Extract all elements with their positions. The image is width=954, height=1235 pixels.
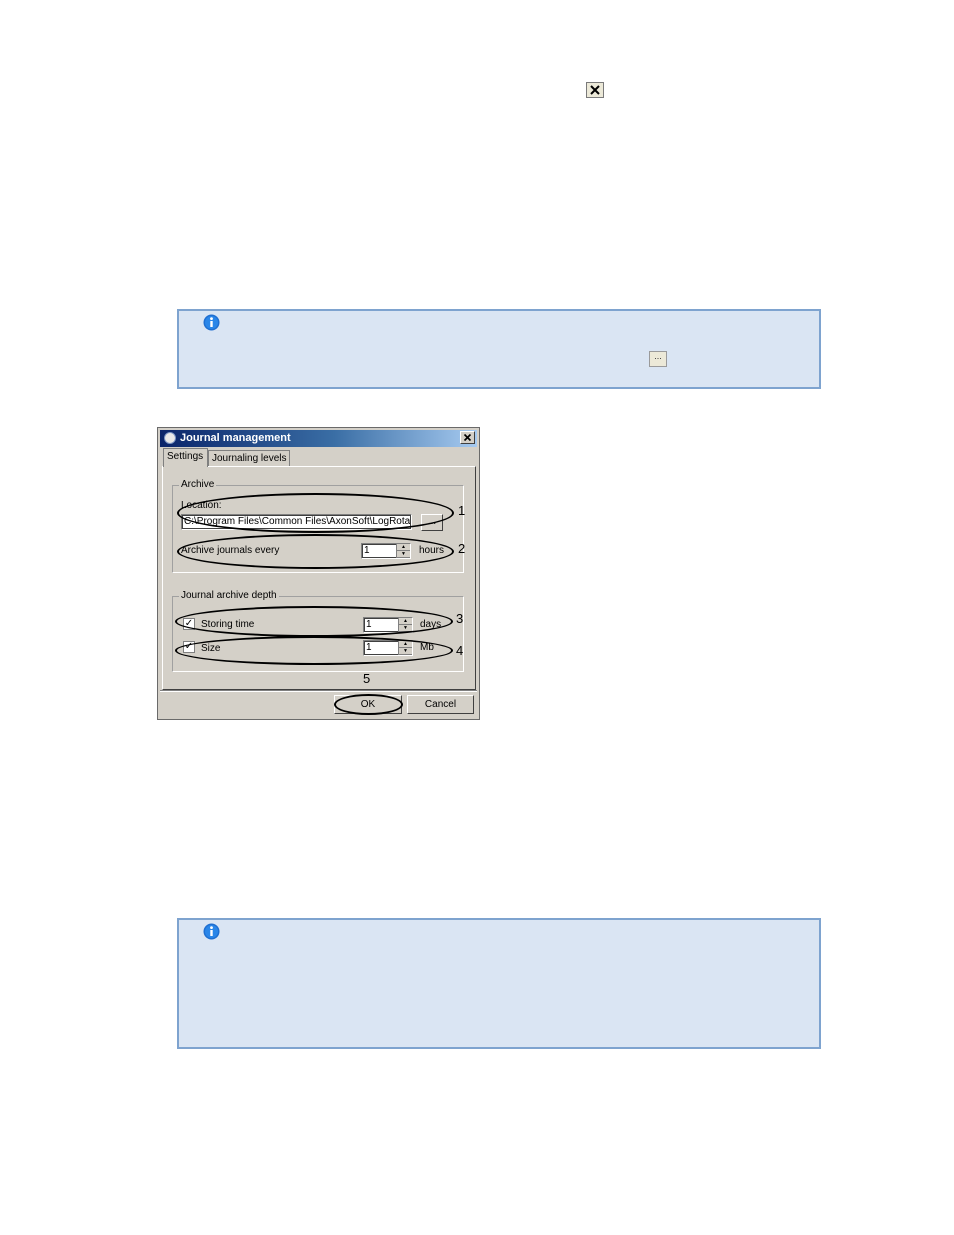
callout-4: 4 (456, 643, 464, 658)
journal-management-dialog: Journal management Settings Journaling l… (157, 427, 480, 720)
info-icon (203, 923, 220, 940)
tab-journaling-levels[interactable]: Journaling levels (208, 450, 290, 466)
callout-1: 1 (458, 503, 466, 518)
close-x-icon (586, 82, 604, 98)
info-note-2 (177, 918, 821, 1049)
title-bar: Journal management (160, 430, 477, 447)
dialog-title: Journal management (180, 432, 291, 444)
callout-oval-5 (334, 694, 403, 715)
close-button[interactable] (460, 431, 475, 444)
callout-3: 3 (456, 611, 464, 626)
browse-ellipsis-icon: ... (649, 351, 667, 367)
callout-2: 2 (458, 541, 466, 556)
info-note-1: ... (177, 309, 821, 389)
depth-legend: Journal archive depth (179, 590, 279, 601)
callout-oval-2 (177, 534, 454, 569)
callout-oval-3 (175, 606, 453, 637)
bottom-separator (160, 690, 477, 692)
close-icon (463, 433, 472, 442)
callout-oval-1 (177, 493, 454, 533)
callout-oval-4 (175, 636, 453, 665)
info-icon (203, 314, 220, 331)
callout-5: 5 (363, 671, 371, 686)
archive-legend: Archive (179, 479, 217, 490)
cancel-button[interactable]: Cancel (407, 695, 474, 714)
app-icon (164, 432, 176, 444)
tab-settings[interactable]: Settings (163, 448, 208, 467)
